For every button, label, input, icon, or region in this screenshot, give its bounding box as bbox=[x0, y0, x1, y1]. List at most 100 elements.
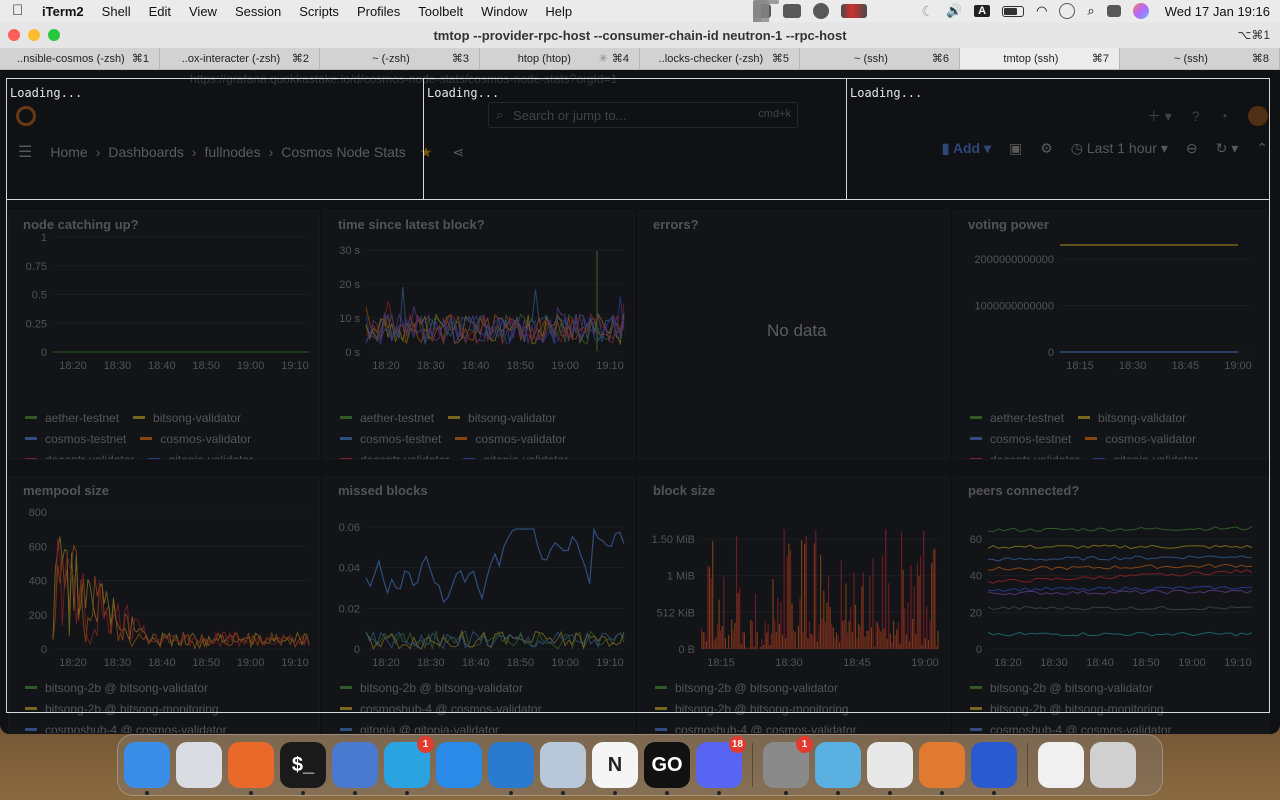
proton-vpn-icon[interactable] bbox=[332, 742, 378, 795]
terminal-area[interactable]: https://grafana.quokkastake.io/d/cosmos-… bbox=[0, 70, 1280, 734]
iterm-window: tmtop --provider-rpc-host --consumer-cha… bbox=[0, 22, 1280, 734]
menu-scripts[interactable]: Scripts bbox=[299, 4, 339, 19]
running-indicator bbox=[992, 791, 996, 795]
moon-icon[interactable]: ☾ bbox=[921, 3, 934, 20]
tmux-pane-1[interactable]: Loading... bbox=[6, 78, 424, 200]
volume-icon[interactable]: 🔊 bbox=[946, 3, 962, 19]
minimize-window-button[interactable] bbox=[28, 29, 40, 41]
running-indicator bbox=[784, 791, 788, 795]
legend-label: cosmoshub-4 @ cosmos-validator bbox=[45, 722, 227, 734]
running-indicator bbox=[836, 791, 840, 795]
dock: $_ 1 N GO 18 1 bbox=[117, 734, 1163, 796]
bitwarden-icon[interactable] bbox=[971, 742, 1017, 795]
cloud-icon[interactable] bbox=[813, 3, 830, 19]
app-menu[interactable]: iTerm2 bbox=[42, 4, 84, 19]
running-indicator bbox=[249, 791, 253, 795]
running-indicator bbox=[509, 791, 513, 795]
legend-item[interactable]: cosmoshub-4 @ cosmos-validator bbox=[25, 719, 237, 734]
siri-icon[interactable] bbox=[1132, 3, 1149, 19]
document-icon[interactable] bbox=[1038, 742, 1084, 788]
search-icon[interactable]: ⌕ bbox=[1087, 3, 1094, 19]
running-indicator bbox=[940, 791, 944, 795]
notification-badge: 18 bbox=[728, 736, 746, 753]
evernote-icon[interactable] bbox=[753, 4, 772, 18]
running-indicator bbox=[717, 791, 721, 795]
tab-bar: ..nsible-cosmos (-zsh) ⌘1 ..ox-interacter… bbox=[0, 48, 1280, 70]
legend-label: gitopia @ gitopia-validator bbox=[360, 722, 499, 734]
running-indicator bbox=[888, 791, 892, 795]
goland-icon[interactable]: GO bbox=[644, 742, 690, 795]
firefox-icon[interactable] bbox=[228, 742, 274, 795]
legend-label: cosmoshub-4 @ cosmos-validator bbox=[675, 722, 857, 734]
tab-1[interactable]: ..nsible-cosmos (-zsh) ⌘1 bbox=[0, 48, 160, 69]
running-indicator bbox=[145, 791, 149, 795]
menu-window[interactable]: Window bbox=[481, 4, 527, 19]
menu-toolbelt[interactable]: Toolbelt bbox=[418, 4, 463, 19]
legend-item[interactable]: cosmoshub-4 @ cosmos-validator bbox=[970, 719, 1182, 734]
running-indicator bbox=[665, 791, 669, 795]
notion-icon[interactable]: N bbox=[592, 742, 638, 795]
launchpad-icon[interactable] bbox=[176, 742, 222, 788]
close-window-button[interactable] bbox=[8, 29, 20, 41]
tmux-pane-3[interactable]: Loading... bbox=[846, 78, 1270, 200]
dock-separator bbox=[1027, 743, 1028, 787]
menu-edit[interactable]: Edit bbox=[149, 4, 171, 19]
app-store-icon[interactable] bbox=[436, 742, 482, 788]
window-titlebar[interactable]: tmtop --provider-rpc-host --consumer-cha… bbox=[0, 22, 1280, 48]
tab-5[interactable]: ..locks-checker (-zsh) ⌘5 bbox=[640, 48, 800, 69]
tunnel-app-icon[interactable] bbox=[815, 742, 861, 795]
tab-3[interactable]: ~ (-zsh) ⌘3 bbox=[320, 48, 480, 69]
finder-icon[interactable] bbox=[124, 742, 170, 795]
window-title: tmtop --provider-rpc-host --consumer-cha… bbox=[433, 27, 847, 43]
menu-bar:  iTerm2 Shell Edit View Session Scripts… bbox=[0, 0, 1280, 664]
running-indicator bbox=[613, 791, 617, 795]
running-indicator bbox=[301, 791, 305, 795]
legend-swatch bbox=[340, 728, 352, 731]
trash-icon[interactable] bbox=[1090, 742, 1136, 788]
tab-2[interactable]: ..ox-interacter (-zsh) ⌘2 bbox=[160, 48, 320, 69]
vscode-icon[interactable] bbox=[488, 742, 534, 795]
menu-view[interactable]: View bbox=[189, 4, 217, 19]
tmux-pane-2[interactable]: Loading... bbox=[423, 78, 847, 200]
tab-8[interactable]: ~ (ssh) ⌘8 bbox=[1120, 48, 1280, 69]
legend-swatch bbox=[655, 728, 667, 731]
legend-item[interactable]: cosmoshub-4 @ cosmos-validator bbox=[655, 719, 867, 734]
apple-menu-icon[interactable]:  bbox=[12, 3, 26, 19]
discord-icon[interactable]: 18 bbox=[696, 736, 746, 795]
tab-6[interactable]: ~ (ssh) ⌘6 bbox=[800, 48, 960, 69]
notification-badge: 1 bbox=[417, 736, 434, 753]
terminal-icon[interactable]: $_ bbox=[280, 742, 326, 795]
battery-icon[interactable] bbox=[1002, 5, 1025, 17]
menu-profiles[interactable]: Profiles bbox=[357, 4, 400, 19]
menu-help[interactable]: Help bbox=[545, 4, 572, 19]
window-shortcut: ⌥⌘1 bbox=[1237, 28, 1270, 42]
legend-swatch bbox=[25, 728, 37, 731]
teamviewer-icon[interactable] bbox=[783, 4, 802, 18]
dock-separator bbox=[752, 743, 753, 787]
loading-spinner-icon: ✳ bbox=[598, 53, 608, 65]
system-settings-icon[interactable]: 1 bbox=[763, 736, 813, 795]
tab-7[interactable]: tmtop (ssh) ⌘7 bbox=[960, 48, 1120, 69]
menu-clock[interactable]: Wed 17 Jan 19:16 bbox=[1165, 4, 1270, 19]
legend-swatch bbox=[970, 728, 982, 731]
telegram-icon[interactable]: 1 bbox=[384, 736, 434, 795]
pet-app-icon[interactable] bbox=[919, 742, 965, 795]
wifi-icon[interactable]: ◠ bbox=[1036, 3, 1047, 19]
running-indicator bbox=[561, 791, 565, 795]
menu-shell[interactable]: Shell bbox=[102, 4, 131, 19]
keyboard-a-icon[interactable]: A bbox=[974, 5, 991, 17]
notification-badge: 1 bbox=[796, 736, 813, 753]
running-indicator bbox=[353, 791, 357, 795]
tmux-pane-4[interactable] bbox=[6, 199, 1270, 713]
tab-4[interactable]: htop (htop) ✳ ⌘4 bbox=[480, 48, 640, 69]
zoom-window-button[interactable] bbox=[48, 29, 60, 41]
chrome-icon[interactable] bbox=[867, 742, 913, 795]
lock-app-icon[interactable] bbox=[540, 742, 586, 795]
control-center-icon[interactable] bbox=[1106, 5, 1121, 17]
cpu-graph-icon[interactable] bbox=[841, 4, 868, 18]
running-indicator bbox=[405, 791, 409, 795]
user-icon[interactable] bbox=[1059, 3, 1076, 19]
menu-session[interactable]: Session bbox=[235, 4, 281, 19]
legend-label: cosmoshub-4 @ cosmos-validator bbox=[990, 722, 1172, 734]
legend-item[interactable]: gitopia @ gitopia-validator bbox=[340, 719, 542, 734]
